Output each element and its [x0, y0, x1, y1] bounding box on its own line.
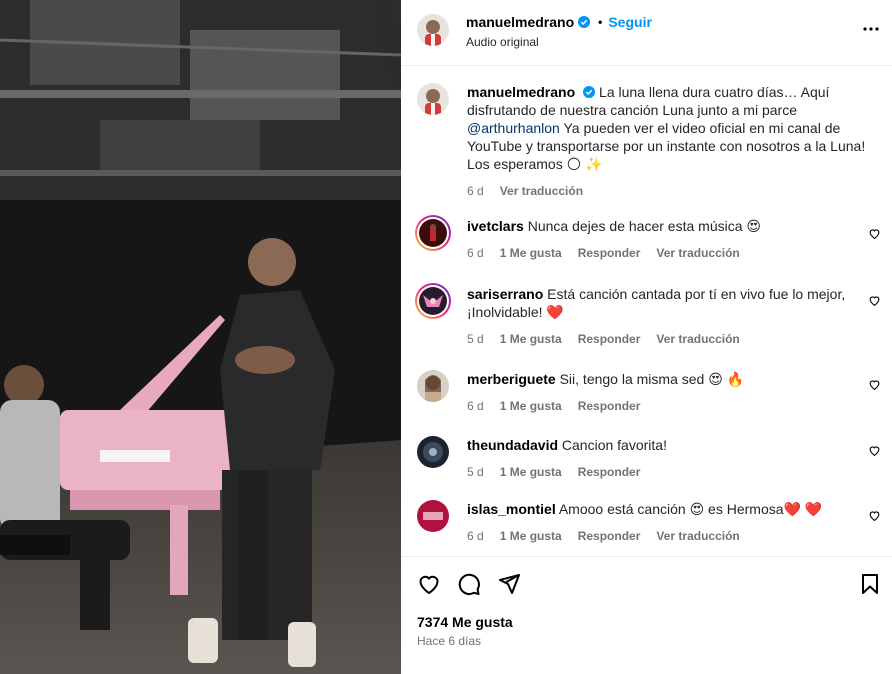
comment-like-heart-icon[interactable]	[868, 509, 881, 522]
comment-likes[interactable]: 1 Me gusta	[500, 244, 562, 262]
comment-time[interactable]: 6 d	[467, 527, 484, 545]
reply-button[interactable]: Responder	[578, 397, 641, 415]
verified-icon	[578, 16, 591, 28]
bookmark-icon[interactable]	[858, 572, 882, 596]
comment-likes[interactable]: 1 Me gusta	[500, 397, 562, 415]
comment-body: merberiguete Sii, tengo la misma sed 😍 🔥…	[467, 370, 867, 415]
comment-username[interactable]: theundadavid	[467, 437, 558, 453]
post-side-panel: manuelmedrano • Seguir Audio original ma…	[401, 0, 892, 674]
comment-username[interactable]: islas_montiel	[467, 501, 556, 517]
comment-meta: 6 d 1 Me gusta Responder Ver traducción	[467, 527, 867, 545]
comment-body: islas_montiel Amooo está canción 😍 es He…	[467, 500, 867, 545]
comment-avatar[interactable]	[417, 370, 449, 402]
video-frame	[0, 0, 401, 674]
caption-avatar[interactable]	[417, 83, 449, 115]
comment-username[interactable]: ivetclars	[467, 218, 524, 234]
comment-avatar[interactable]	[415, 283, 451, 319]
caption-time[interactable]: 6 d	[467, 182, 484, 200]
comment-avatar[interactable]	[417, 500, 449, 532]
comment-meta: 6 d 1 Me gusta Responder	[467, 397, 867, 415]
comment-icon[interactable]	[457, 572, 481, 596]
comment-likes[interactable]: 1 Me gusta	[500, 463, 562, 481]
header-user-line: manuelmedrano • Seguir	[466, 14, 652, 30]
comment-avatar[interactable]	[417, 436, 449, 468]
author-avatar[interactable]	[417, 14, 449, 46]
translate-link[interactable]: Ver traducción	[656, 527, 739, 545]
comment-time[interactable]: 5 d	[467, 330, 484, 348]
caption-username[interactable]: manuelmedrano	[467, 84, 575, 100]
reply-button[interactable]: Responder	[578, 527, 641, 545]
translate-link[interactable]: Ver traducción	[656, 330, 739, 348]
comment-like-heart-icon[interactable]	[868, 294, 881, 307]
caption-text: manuelmedrano La luna llena dura cuatro …	[467, 83, 875, 200]
caption-mention-link[interactable]: @arthurhanlon	[467, 120, 560, 136]
reply-button[interactable]: Responder	[578, 244, 641, 262]
post-actions: 7374 Me gusta Hace 6 días	[401, 556, 892, 674]
comment-likes[interactable]: 1 Me gusta	[500, 527, 562, 545]
comments-section[interactable]: manuelmedrano La luna llena dura cuatro …	[401, 67, 892, 555]
post-media[interactable]	[0, 0, 401, 674]
comment-body: sariserrano Está canción cantada por tí …	[467, 285, 867, 348]
comment-body: theundadavid Cancion favorita! 5 d 1 Me …	[467, 436, 867, 481]
comment-body: ivetclars Nunca dejes de hacer esta músi…	[467, 217, 867, 262]
more-options-icon[interactable]	[862, 20, 880, 38]
audio-label[interactable]: Audio original	[466, 35, 539, 49]
comment-avatar[interactable]	[415, 215, 451, 251]
post-time[interactable]: Hace 6 días	[417, 634, 481, 648]
comment-meta: 5 d 1 Me gusta Responder Ver traducción	[467, 330, 867, 348]
heart-icon[interactable]	[417, 572, 441, 596]
comment-username[interactable]: sariserrano	[467, 286, 543, 302]
caption-meta: 6 d Ver traducción	[467, 182, 875, 200]
comment-text: Nunca dejes de hacer esta música 😍	[527, 218, 761, 234]
likes-count[interactable]: 7374 Me gusta	[417, 614, 513, 630]
verified-icon	[583, 86, 596, 98]
comment-meta: 5 d 1 Me gusta Responder	[467, 463, 867, 481]
comment-username[interactable]: merberiguete	[467, 371, 556, 387]
author-username[interactable]: manuelmedrano	[466, 14, 574, 30]
comment-time[interactable]: 6 d	[467, 397, 484, 415]
translate-link[interactable]: Ver traducción	[656, 244, 739, 262]
reply-button[interactable]: Responder	[578, 330, 641, 348]
comment-text: Cancion favorita!	[561, 437, 667, 453]
reply-button[interactable]: Responder	[578, 463, 641, 481]
share-icon[interactable]	[497, 572, 521, 596]
comment-text: Sii, tengo la misma sed 😍 🔥	[559, 371, 745, 387]
comment-time[interactable]: 5 d	[467, 463, 484, 481]
comment-like-heart-icon[interactable]	[868, 444, 881, 457]
comment-like-heart-icon[interactable]	[868, 227, 881, 240]
comment-likes[interactable]: 1 Me gusta	[500, 330, 562, 348]
comment-text: Amooo está canción 😍 es Hermosa❤️ ❤️	[558, 501, 823, 517]
comment-like-heart-icon[interactable]	[868, 378, 881, 391]
post-header: manuelmedrano • Seguir Audio original	[401, 0, 892, 66]
follow-button[interactable]: Seguir	[608, 14, 652, 30]
separator-dot: •	[598, 15, 603, 29]
caption-translate-link[interactable]: Ver traducción	[500, 182, 583, 200]
comment-meta: 6 d 1 Me gusta Responder Ver traducción	[467, 244, 867, 262]
comment-time[interactable]: 6 d	[467, 244, 484, 262]
